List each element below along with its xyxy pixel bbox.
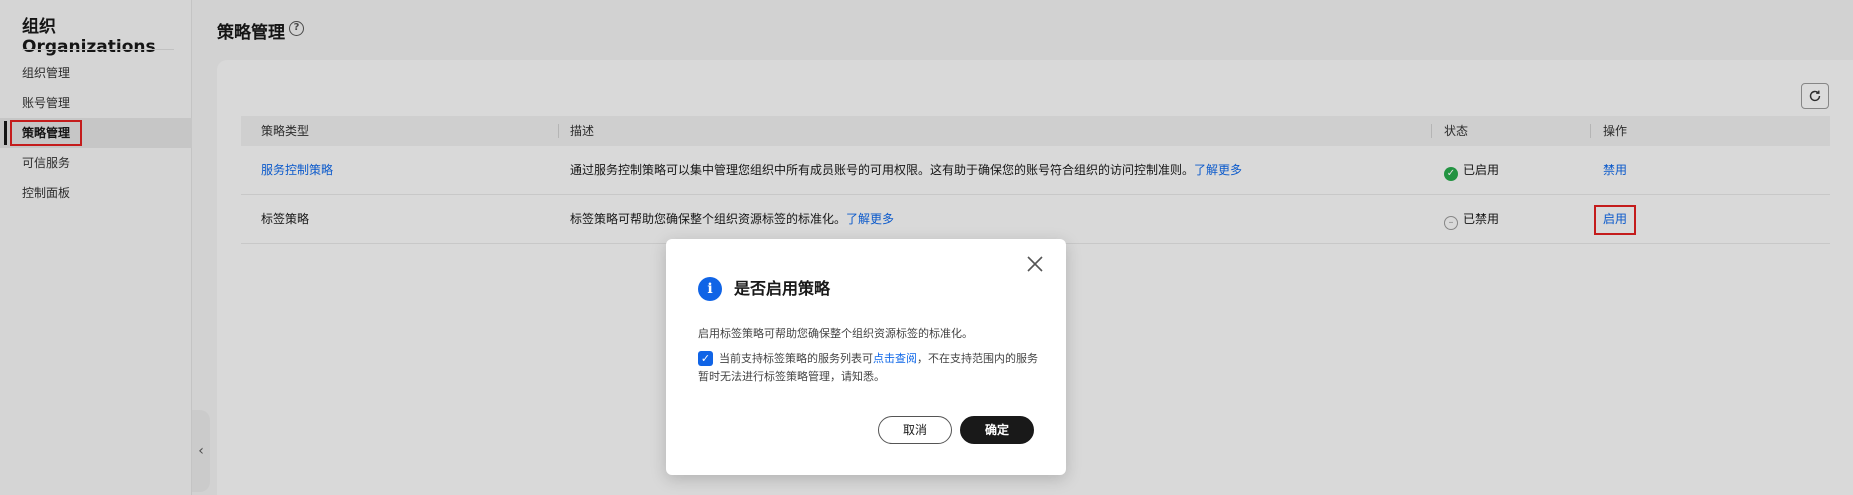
acknowledge-checkbox[interactable]: ✓ <box>698 351 713 366</box>
dialog-note: 当前支持标签策略的服务列表可点击查阅，不在支持范围内的服务暂时无法进行标签策略管… <box>698 350 1038 386</box>
close-icon[interactable] <box>1024 253 1046 275</box>
confirm-dialog: i 是否启用策略 启用标签策略可帮助您确保整个组织资源标签的标准化。 当前支持标… <box>666 239 1066 475</box>
info-icon: i <box>698 277 722 301</box>
cancel-button[interactable]: 取消 <box>878 416 952 444</box>
checkmark-icon: ✓ <box>700 352 711 365</box>
dialog-title: 是否启用策略 <box>734 279 831 298</box>
confirm-button[interactable]: 确定 <box>960 416 1034 444</box>
note-prefix: 当前支持标签策略的服务列表可 <box>719 352 873 365</box>
dialog-description: 启用标签策略可帮助您确保整个组织资源标签的标准化。 <box>698 327 973 340</box>
view-service-list-link[interactable]: 点击查阅 <box>873 352 917 365</box>
